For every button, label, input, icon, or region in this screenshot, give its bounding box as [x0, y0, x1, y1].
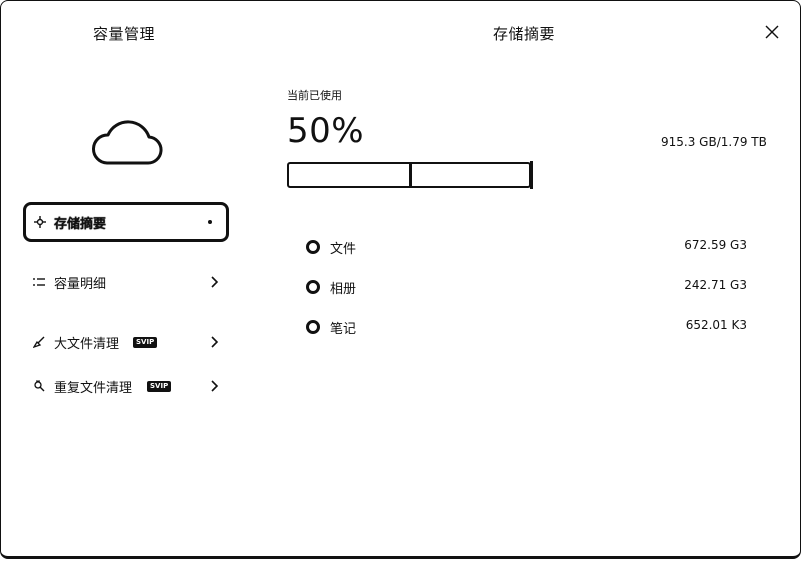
bullet-icon [306, 320, 320, 334]
sidebar-item-label: 大文件清理 [54, 336, 120, 352]
category-row-notes: 笔记 652.01 K3 [306, 317, 747, 337]
summary-icon [33, 215, 47, 229]
sidebar-title: 容量管理 [93, 25, 156, 43]
sidebar-item-detail[interactable]: 容量明细 [23, 262, 229, 302]
cloud-icon [92, 120, 163, 165]
chevron-right-icon [211, 380, 219, 392]
category-name: 相册 [330, 282, 357, 297]
sidebar-item-large-files[interactable]: 大文件清理 SVIP [23, 322, 229, 362]
usage-progress-end [530, 161, 533, 189]
storage-window: 容量管理 存储摘要 容量明细 大文件清理 SVIP 重复文件清理 SVIP 存储… [0, 0, 801, 559]
svip-badge: SVIP [147, 381, 172, 392]
sidebar-item-label: 容量明细 [54, 276, 107, 292]
close-icon[interactable] [761, 21, 783, 43]
sidebar-item-summary[interactable]: 存储摘要 [23, 202, 229, 242]
active-dot-icon [208, 220, 212, 224]
category-size: 242.71 G3 [684, 278, 747, 292]
list-icon [32, 275, 46, 289]
sidebar-item-duplicate-files[interactable]: 重复文件清理 SVIP [23, 366, 229, 406]
svip-badge: SVIP [133, 337, 158, 348]
sidebar-item-label: 存储摘要 [54, 216, 107, 232]
used-percent: 50% [287, 111, 365, 151]
broom-icon [32, 335, 46, 349]
category-name: 笔记 [330, 322, 357, 337]
category-size: 652.01 K3 [685, 318, 747, 332]
chevron-right-icon [211, 336, 219, 348]
page-title: 存储摘要 [493, 25, 556, 43]
category-size: 672.59 G3 [684, 238, 747, 252]
category-name: 文件 [330, 242, 357, 257]
bullet-icon [306, 240, 320, 254]
used-label: 当前已使用 [287, 89, 342, 102]
usage-progress-fill [289, 164, 412, 186]
duplicate-icon [32, 379, 46, 393]
bullet-icon [306, 280, 320, 294]
usage-progress-bar [287, 161, 533, 189]
category-row-album: 相册 242.71 G3 [306, 277, 747, 297]
category-row-files: 文件 672.59 G3 [306, 237, 747, 257]
chevron-right-icon [211, 276, 219, 288]
used-size: 915.3 GB/1.79 TB [661, 135, 767, 149]
sidebar-item-label: 重复文件清理 [54, 380, 133, 396]
